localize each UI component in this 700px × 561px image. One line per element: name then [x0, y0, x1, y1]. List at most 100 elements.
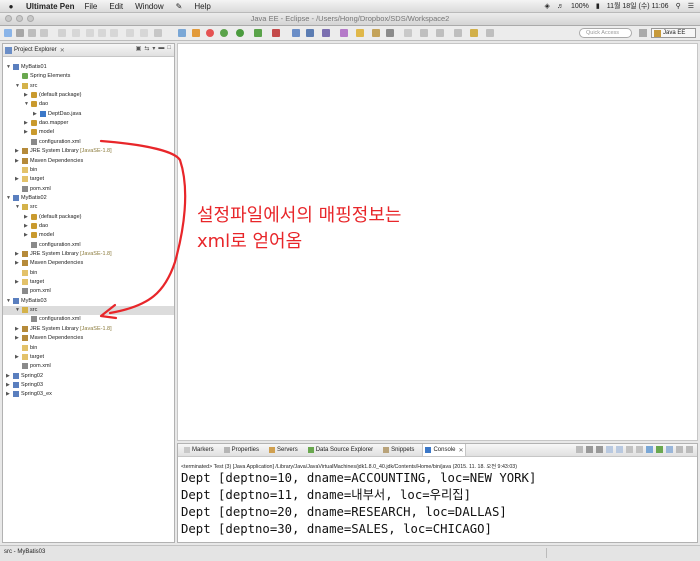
tree-item[interactable]: ▶ Maven Dependencies [3, 334, 174, 343]
tree-item[interactable]: ▶ target [3, 175, 174, 184]
tab-properties[interactable]: Properties [222, 444, 261, 456]
tree-item[interactable]: Spring Elements [3, 72, 174, 81]
save-all-icon[interactable] [28, 29, 36, 37]
collapsed-chevron-icon[interactable]: ▶ [24, 119, 30, 128]
server-icon[interactable] [192, 29, 200, 37]
volume-icon[interactable]: ♬ [557, 3, 564, 10]
tree-item[interactable]: ▶ target [3, 278, 174, 287]
quick-access-input[interactable]: Quick Access [579, 28, 632, 38]
collapsed-chevron-icon[interactable]: ▶ [15, 353, 21, 362]
collapsed-chevron-icon[interactable]: ▶ [24, 213, 30, 222]
tab-data-source-explorer[interactable]: Data Source Explorer [306, 444, 375, 456]
pin-console-icon[interactable] [646, 446, 653, 453]
tree-item[interactable]: configuration.xml [3, 315, 174, 324]
expanded-chevron-icon[interactable]: ▼ [6, 63, 12, 72]
battery-icon[interactable]: ▮ [596, 2, 600, 10]
drop-frame-icon[interactable] [126, 29, 134, 37]
expanded-chevron-icon[interactable]: ▼ [15, 203, 21, 212]
save-icon[interactable] [16, 29, 24, 37]
collapsed-chevron-icon[interactable]: ▶ [15, 147, 21, 156]
disconnect-icon[interactable] [72, 29, 80, 37]
tree-item[interactable]: configuration.xml [3, 138, 174, 147]
tree-item[interactable]: bin [3, 269, 174, 278]
tree-item[interactable]: ▼ src [3, 82, 174, 91]
collapse-all-icon[interactable]: ▣ [136, 45, 142, 52]
display-console-icon[interactable] [656, 446, 663, 453]
collapsed-chevron-icon[interactable]: ▶ [24, 231, 30, 240]
next-annotation-icon[interactable] [420, 29, 428, 37]
tree-item[interactable]: ▼ src [3, 203, 174, 212]
collapsed-chevron-icon[interactable]: ▶ [24, 128, 30, 137]
open-folder-icon[interactable] [356, 29, 364, 37]
link-editor-icon[interactable]: ⇆ [144, 45, 149, 52]
tree-item[interactable]: ▼ MyBatis02 [3, 194, 174, 203]
tree-item[interactable]: ▶ Spring03 [3, 381, 174, 390]
new-package-icon[interactable] [306, 29, 314, 37]
tree-item[interactable]: ▶ Spring02 [3, 372, 174, 381]
tree-item[interactable]: bin [3, 166, 174, 175]
minimize-icon[interactable]: ▬ [158, 45, 164, 52]
tree-item[interactable]: ▶ model [3, 128, 174, 137]
tab-servers[interactable]: Servers [267, 444, 300, 456]
back-icon[interactable] [470, 29, 478, 37]
forward-icon[interactable] [486, 29, 494, 37]
console-maximize-icon[interactable] [686, 446, 693, 453]
last-edit-icon[interactable] [454, 29, 462, 37]
new-class-icon[interactable] [322, 29, 330, 37]
open-type-icon[interactable] [178, 29, 186, 37]
menu-window[interactable]: Window [135, 2, 163, 11]
tree-item[interactable]: ▶ Maven Dependencies [3, 259, 174, 268]
open-task-icon[interactable] [372, 29, 380, 37]
tree-item[interactable]: pom.xml [3, 362, 174, 371]
new-server-icon[interactable] [340, 29, 348, 37]
tree-item[interactable]: ▶ model [3, 231, 174, 240]
run-icon[interactable] [236, 29, 244, 37]
apple-icon[interactable]: ● [6, 2, 16, 11]
collapsed-chevron-icon[interactable]: ▶ [6, 390, 12, 399]
collapsed-chevron-icon[interactable]: ▶ [24, 91, 30, 100]
remove-launch-icon[interactable] [586, 446, 593, 453]
app-menu[interactable]: Ultimate Pen [26, 2, 74, 11]
print-icon[interactable] [40, 29, 48, 37]
menu-edit[interactable]: Edit [109, 2, 123, 11]
search-toolbar-icon[interactable] [386, 29, 394, 37]
collapsed-chevron-icon[interactable]: ▶ [15, 334, 21, 343]
word-wrap-icon[interactable] [616, 446, 623, 453]
terminate-icon[interactable] [58, 29, 66, 37]
collapsed-chevron-icon[interactable]: ▶ [6, 372, 12, 381]
previous-annotation-icon[interactable] [436, 29, 444, 37]
tree-item[interactable]: ▼ MyBatis03 [3, 297, 174, 306]
wifi-icon[interactable]: ◈ [545, 2, 550, 10]
project-explorer-tab[interactable]: Project Explorer ✕ ▣ ⇆ ▾ ▬ □ [3, 44, 174, 57]
tree-item[interactable]: ▶ (default package) [3, 91, 174, 100]
tree-item[interactable]: bin [3, 344, 174, 353]
close-tab-icon[interactable]: ✕ [60, 47, 65, 54]
pen-icon[interactable]: ✎ [176, 2, 183, 11]
clock[interactable]: 11월 18일 (수) 11:06 [607, 1, 669, 11]
expanded-chevron-icon[interactable]: ▼ [6, 297, 12, 306]
tree-item[interactable]: ▼ dao [3, 100, 174, 109]
collapsed-chevron-icon[interactable]: ▶ [6, 381, 12, 390]
tree-item[interactable]: ▼ src [3, 306, 174, 316]
use-step-filters-icon[interactable] [140, 29, 148, 37]
collapsed-chevron-icon[interactable]: ▶ [15, 175, 21, 184]
view-menu-icon[interactable]: ▾ [152, 45, 155, 52]
tree-item[interactable]: ▶ (default package) [3, 213, 174, 222]
debug-icon[interactable] [220, 29, 228, 37]
tab-console[interactable]: Console ✕ [422, 444, 467, 456]
list-icon[interactable]: ☰ [688, 2, 694, 10]
remove-all-icon[interactable] [596, 446, 603, 453]
expanded-chevron-icon[interactable]: ▼ [24, 100, 30, 109]
close-tab-icon[interactable]: ✕ [458, 447, 463, 454]
tree-item[interactable]: ▶ DeptDao.java [3, 110, 174, 119]
collapsed-chevron-icon[interactable]: ▶ [15, 325, 21, 334]
skip-breakpoints-icon[interactable] [154, 29, 162, 37]
coverage-icon[interactable] [272, 29, 280, 37]
expanded-chevron-icon[interactable]: ▼ [6, 194, 12, 203]
console-minimize-icon[interactable] [676, 446, 683, 453]
collapsed-chevron-icon[interactable]: ▶ [15, 157, 21, 166]
tree-item[interactable]: ▶ Spring03_ex [3, 390, 174, 399]
tree-item[interactable]: ▶ target [3, 353, 174, 362]
terminate-console-icon[interactable] [576, 446, 583, 453]
open-console-icon[interactable] [666, 446, 673, 453]
